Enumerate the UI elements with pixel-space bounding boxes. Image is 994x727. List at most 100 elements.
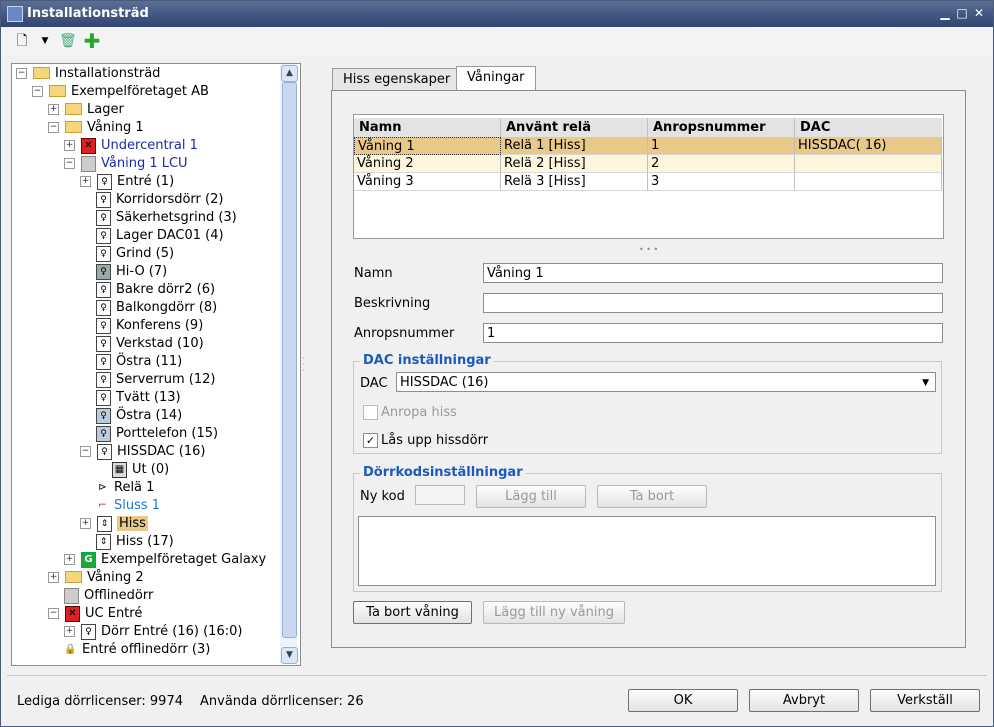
- column-header-anrop[interactable]: Anropsnummer: [648, 118, 795, 137]
- anropa-hiss-label: Anropa hiss: [381, 405, 457, 420]
- relay-icon: ⊳: [98, 481, 107, 493]
- tree-item-door[interactable]: ♀ Grind (5): [96, 245, 174, 263]
- offline-lock-icon: 🔒: [64, 643, 77, 655]
- tree-item-door[interactable]: ♀ Balkongdörr (8): [96, 299, 217, 317]
- resize-grip-icon[interactable]: • • •: [639, 245, 658, 254]
- dac-select[interactable]: HISSDAC (16) ▼: [396, 372, 936, 392]
- tree-item-relay[interactable]: ⊳ Relä 1: [96, 479, 154, 497]
- tree-item-vaning-1[interactable]: − Våning 1: [48, 119, 144, 137]
- anropa-hiss-checkbox[interactable]: [363, 405, 378, 420]
- keypad-icon: ▦: [112, 461, 127, 478]
- elevator-icon: ⇕: [96, 533, 111, 550]
- las-upp-checkbox[interactable]: ✓: [363, 433, 378, 448]
- tree-item-company[interactable]: − Exempelföretaget AB: [32, 83, 209, 101]
- scrollbar-thumb[interactable]: [282, 82, 297, 638]
- tab-hiss-egenskaper[interactable]: Hiss egenskaper: [332, 68, 462, 91]
- add-floor-button[interactable]: Lägg till ny våning: [483, 601, 625, 624]
- tree-item-lager[interactable]: + Lager: [48, 101, 124, 119]
- column-header-dac[interactable]: DAC: [795, 118, 942, 137]
- tree-item-door[interactable]: ♀ Porttelefon (15): [96, 425, 218, 443]
- tree-item-door[interactable]: ♀ Östra (11): [96, 353, 182, 371]
- tree-item-hissdac[interactable]: − ♀ HISSDAC (16): [80, 443, 205, 461]
- door-icon: ♀: [81, 623, 96, 640]
- tree-item-door[interactable]: ♀ Tvätt (13): [96, 389, 181, 407]
- tree-item-door[interactable]: ♀ Östra (14): [96, 407, 182, 425]
- anrop-input[interactable]: 1: [483, 323, 943, 343]
- tree-item-entre-offline[interactable]: 🔒 Entré offlinedörr (3): [64, 641, 210, 659]
- controller-error-icon: ✕: [81, 137, 96, 154]
- tree-item-door[interactable]: ♀ Verkstad (10): [96, 335, 204, 353]
- scroll-up-icon[interactable]: ▲: [281, 65, 298, 82]
- galaxy-icon: G: [81, 551, 96, 568]
- used-licenses-text: Använda dörrlicenser: 26: [200, 694, 364, 709]
- floors-table[interactable]: Namn Använt relä Anropsnummer DAC Våning…: [353, 114, 944, 239]
- table-cell: 2: [648, 155, 795, 173]
- tree-item-door[interactable]: ♀ Korridorsdörr (2): [96, 191, 223, 209]
- column-header-namn[interactable]: Namn: [354, 118, 501, 137]
- recycle-bin-icon[interactable]: 🗑: [59, 32, 77, 50]
- add-icon[interactable]: ✚: [83, 31, 101, 51]
- ny-kod-input[interactable]: [415, 485, 465, 505]
- window-title: Installationsträd: [27, 6, 149, 21]
- tree-item-hiss-selected[interactable]: + ⇕ Hiss: [80, 515, 148, 533]
- tree-item-door[interactable]: + ♀ Entré (1): [80, 173, 174, 191]
- title-bar: Installationsträd ▁ □ ✕: [1, 1, 993, 27]
- installation-tree[interactable]: − Installationsträd − Exempelföretaget AB …: [11, 63, 301, 666]
- tree-item-door[interactable]: ♀ Konferens (9): [96, 317, 203, 335]
- folder-open-icon: [33, 66, 50, 79]
- close-icon[interactable]: ✕: [971, 5, 987, 21]
- tree-item-door[interactable]: ♀ Serverrum (12): [96, 371, 215, 389]
- tree-item-uc-entre[interactable]: − ✕ UC Entré: [48, 605, 142, 623]
- dac-label: DAC: [360, 376, 388, 391]
- tree-item-ut[interactable]: ▦ Ut (0): [112, 461, 169, 479]
- column-header-relay[interactable]: Använt relä: [501, 118, 648, 137]
- tab-vaningar[interactable]: Våningar: [456, 66, 536, 91]
- ok-button[interactable]: OK: [628, 689, 738, 712]
- table-cell: Våning 1: [354, 137, 501, 155]
- namn-input[interactable]: Våning 1: [483, 263, 943, 283]
- maximize-icon[interactable]: □: [954, 5, 970, 21]
- table-cell: 3: [648, 173, 795, 191]
- tree-item-door-entre[interactable]: + ♀ Dörr Entré (16) (16:0): [64, 623, 242, 641]
- tree-item-vaning-2[interactable]: + Våning 2: [48, 569, 144, 587]
- tree-item-door[interactable]: ♀ Säkerhetsgrind (3): [96, 209, 237, 227]
- tree-item-undercentral[interactable]: + ✕ Undercentral 1: [64, 137, 198, 155]
- tree-item-lcu[interactable]: − Våning 1 LCU: [64, 155, 188, 173]
- tree-item-door[interactable]: ♀ Hi-O (7): [96, 263, 167, 281]
- door-icon: ♀: [96, 245, 111, 262]
- door-icon: ♀: [96, 263, 111, 280]
- toolbar: 🗋 ▼ 🗑 ✚: [1, 28, 993, 56]
- door-code-list[interactable]: [358, 516, 936, 586]
- scroll-down-icon[interactable]: ▼: [281, 647, 298, 664]
- remove-floor-button[interactable]: Ta bort våning: [353, 601, 472, 624]
- chevron-down-icon: ▼: [922, 378, 929, 388]
- add-code-button[interactable]: Lägg till: [476, 485, 586, 508]
- folder-open-icon: [65, 120, 82, 133]
- elevator-icon: ⇕: [97, 515, 112, 532]
- remove-code-button[interactable]: Ta bort: [597, 485, 707, 508]
- tree-item-root[interactable]: − Installationsträd: [16, 65, 160, 83]
- tree-item-door[interactable]: ♀ Bakre dörr2 (6): [96, 281, 215, 299]
- door-icon: ♀: [96, 191, 111, 208]
- door-icon: ♀: [96, 317, 111, 334]
- cancel-button[interactable]: Avbryt: [749, 689, 859, 712]
- door-icon: ♀: [96, 425, 111, 442]
- door-icon: ♀: [96, 353, 111, 370]
- tree-item-hiss-17[interactable]: ⇕ Hiss (17): [96, 533, 174, 551]
- tree-item-galaxy[interactable]: + G Exempelföretaget Galaxy: [64, 551, 266, 569]
- splitter-handle[interactable]: · · ·: [302, 355, 306, 376]
- tree-item-door[interactable]: ♀ Lager DAC01 (4): [96, 227, 224, 245]
- beskrivning-label: Beskrivning: [354, 296, 431, 311]
- dac-select-value: HISSDAC (16): [400, 375, 489, 390]
- folder-icon: [65, 102, 82, 115]
- apply-button[interactable]: Verkställ: [870, 689, 980, 712]
- tree-item-offline-door[interactable]: Offlinedörr: [64, 587, 153, 605]
- table-cell: Våning 3: [354, 173, 501, 191]
- table-cell: Relä 3 [Hiss]: [501, 173, 648, 191]
- beskrivning-input[interactable]: [483, 293, 943, 313]
- dropdown-arrow-icon[interactable]: ▼: [39, 32, 51, 50]
- door-icon: ♀: [96, 299, 111, 316]
- new-document-icon[interactable]: 🗋: [15, 32, 29, 50]
- tree-item-sluss[interactable]: ⌐ Sluss 1: [96, 497, 160, 515]
- minimize-icon[interactable]: ▁: [937, 5, 953, 21]
